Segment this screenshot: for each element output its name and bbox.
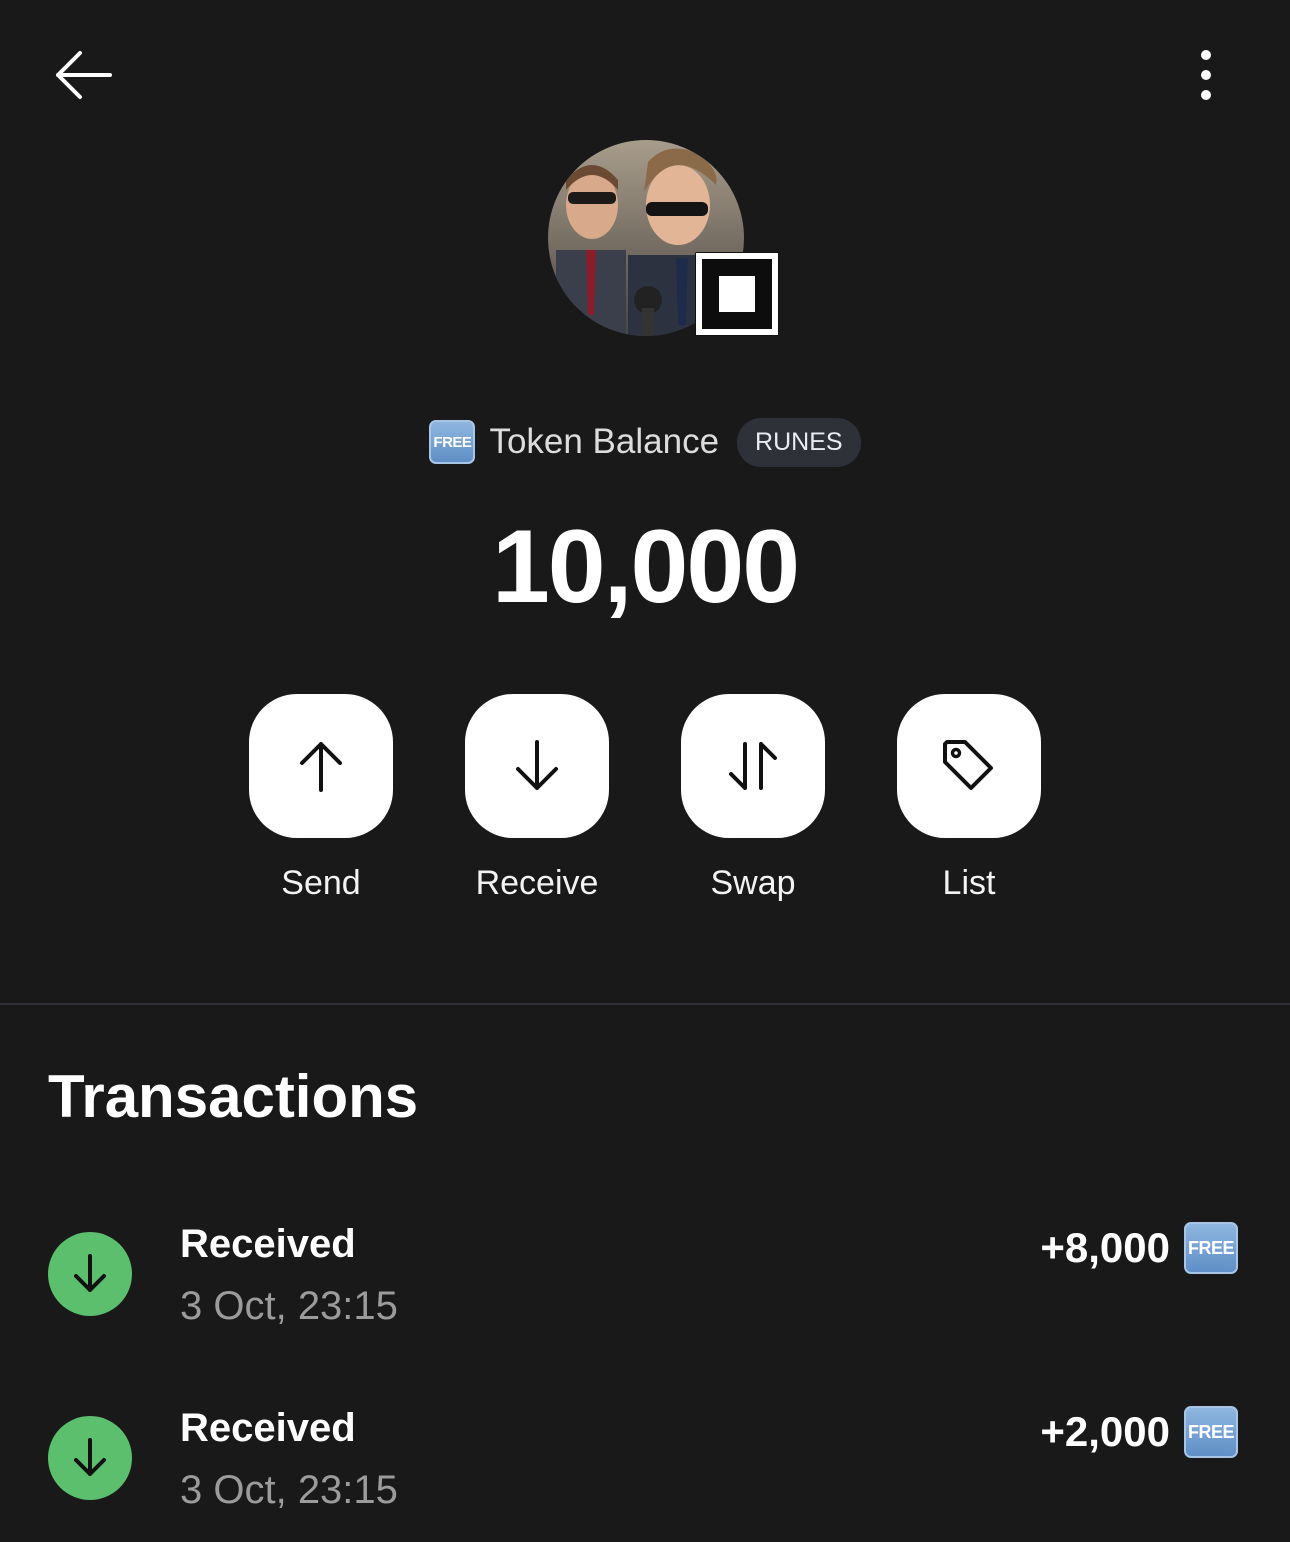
- transaction-amount: +8,000: [1040, 1224, 1170, 1271]
- received-icon: [48, 1416, 132, 1500]
- arrow-down-icon: [516, 740, 558, 790]
- swap-label: Swap: [710, 864, 796, 902]
- list-label: List: [942, 864, 996, 902]
- more-options-button[interactable]: [1186, 45, 1226, 105]
- free-token-icon: FREE: [429, 420, 476, 464]
- action-buttons: Send Receive Swap List: [249, 694, 1041, 924]
- list-button[interactable]: [897, 694, 1041, 838]
- transaction-row[interactable]: Received 3 Oct, 23:15 +2,000 FREE: [0, 1406, 1290, 1542]
- back-button[interactable]: [50, 45, 116, 105]
- send-action: Send: [249, 694, 393, 903]
- free-token-icon: FREE: [1184, 1222, 1238, 1274]
- transaction-amount-group: +2,000 FREE: [1040, 1406, 1238, 1458]
- receive-action: Receive: [465, 694, 609, 903]
- transaction-type: Received: [180, 1222, 356, 1266]
- arrow-down-icon: [74, 1438, 106, 1476]
- transaction-amount: +2,000: [1040, 1408, 1170, 1455]
- transaction-amount-group: +8,000 FREE: [1040, 1222, 1238, 1274]
- section-divider: [0, 1003, 1290, 1005]
- send-label: Send: [281, 864, 361, 902]
- tag-icon: [943, 740, 993, 790]
- swap-button[interactable]: [681, 694, 825, 838]
- transaction-time: 3 Oct, 23:15: [180, 1468, 398, 1512]
- transaction-type: Received: [180, 1406, 356, 1450]
- received-icon: [48, 1232, 132, 1316]
- runes-badge-icon: [695, 252, 779, 336]
- protocol-badge: RUNES: [737, 417, 861, 467]
- swap-icon: [729, 742, 777, 790]
- arrow-left-icon: [56, 51, 112, 99]
- swap-action: Swap: [681, 694, 825, 903]
- receive-label: Receive: [475, 864, 599, 902]
- token-detail-screen: FREE Token Balance RUNES 10,000 Send Rec…: [0, 0, 1290, 1542]
- transactions-title: Transactions: [48, 1063, 419, 1130]
- balance-amount: 10,000: [491, 509, 800, 625]
- transaction-row[interactable]: Received 3 Oct, 23:15 +8,000 FREE: [0, 1222, 1290, 1362]
- balance-title: Token Balance: [489, 422, 720, 461]
- arrow-up-icon: [300, 742, 342, 792]
- free-token-icon: FREE: [1184, 1406, 1238, 1458]
- balance-label-row: FREE Token Balance RUNES: [0, 414, 1290, 470]
- token-avatar-group: [548, 140, 788, 340]
- list-action: List: [897, 694, 1041, 903]
- transaction-time: 3 Oct, 23:15: [180, 1284, 398, 1328]
- receive-button[interactable]: [465, 694, 609, 838]
- more-vertical-icon: [1201, 50, 1211, 100]
- send-button[interactable]: [249, 694, 393, 838]
- arrow-down-icon: [74, 1254, 106, 1292]
